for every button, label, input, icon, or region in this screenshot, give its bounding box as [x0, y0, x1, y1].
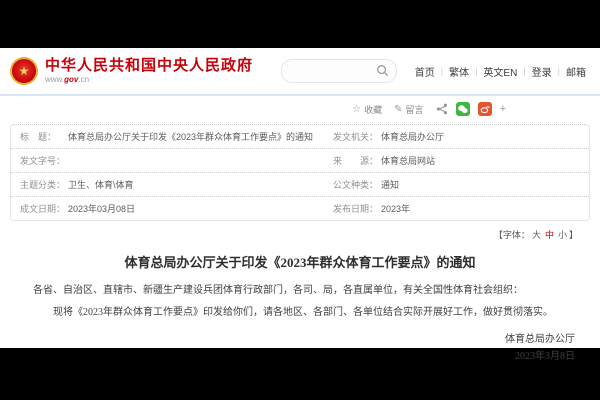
meta-label-category: 主题分类： — [20, 180, 66, 190]
document-title: 体育总局办公厅关于印发《2023年群众体育工作要点》的通知 — [124, 255, 476, 270]
signature-block: 体育总局办公厅 2023年3月8日 — [0, 331, 575, 365]
nav-home[interactable]: 首页 — [415, 64, 435, 79]
nav-mail[interactable]: 邮箱 — [566, 64, 586, 79]
nav-login[interactable]: 登录 — [532, 64, 552, 79]
site-logo[interactable]: ★ 中华人民共和国中央人民政府 www.gov.cn — [10, 57, 253, 85]
wechat-share-icon[interactable] — [455, 102, 470, 116]
signature-date: 2023年3月8日 — [515, 351, 575, 362]
more-share-button[interactable]: + — [500, 103, 506, 115]
share-icon[interactable] — [436, 103, 448, 115]
site-title: 中华人民共和国中央人民政府 — [45, 56, 254, 74]
comment-button[interactable]: ✎ 留言 — [394, 103, 423, 116]
site-url: www.gov.cn — [45, 74, 90, 84]
weibo-share-icon[interactable] — [477, 102, 492, 116]
table-row: 主题分类： 卫生、体育\体育 公文种类： 通知 — [11, 173, 589, 197]
meta-value-category: 卫生、体育\体育 — [68, 180, 134, 190]
favorite-button[interactable]: ☆ 收藏 — [352, 103, 382, 116]
meta-label-doc-type: 公文种类： — [333, 180, 379, 190]
site-header: ★ 中华人民共和国中央人民政府 www.gov.cn 首页 | 繁体 | 英文EN | — [0, 48, 600, 96]
table-row: 发文字号： 来 源： 体育总局网站 — [11, 149, 589, 173]
meta-value-source: 体育总局网站 — [381, 156, 436, 166]
pencil-icon: ✎ — [394, 103, 403, 115]
meta-value-issuing-org: 体育总局办公厅 — [381, 132, 445, 142]
article-paragraph-body: 现将《2023年群众体育工作要点》印发给你们，请各地区、各部门、各单位结合实际开… — [53, 307, 553, 318]
search-box[interactable] — [280, 59, 397, 83]
table-row: 标 题： 体育总局办公厅关于印发《2023年群众体育工作要点》的通知 发文机关：体… — [11, 125, 589, 149]
meta-label-doc-number: 发文字号： — [20, 156, 66, 166]
nav-traditional[interactable]: 繁体 — [449, 64, 469, 79]
meta-label-title: 标 题： — [20, 132, 57, 142]
share-toolbar: ☆ 收藏 ✎ 留言 + — [0, 96, 600, 122]
meta-label-source: 来 源： — [333, 156, 379, 166]
font-size-control: 【字体：大中小】 — [493, 230, 578, 240]
font-size-large-button[interactable]: 大 — [532, 230, 541, 240]
national-emblem-icon: ★ — [10, 57, 38, 85]
gov-cn-page: ★ 中华人民共和国中央人民政府 www.gov.cn 首页 | 繁体 | 英文EN | — [0, 48, 600, 362]
search-icon[interactable] — [376, 64, 389, 77]
meta-label-issuing-org: 发文机关： — [333, 132, 379, 142]
meta-value-publish-date: 2023年 — [381, 204, 411, 214]
search-input[interactable] — [291, 61, 376, 81]
font-size-medium-button[interactable]: 中 — [545, 230, 554, 240]
meta-value-written-date: 2023年03月08日 — [68, 204, 136, 214]
font-size-small-button[interactable]: 小 — [558, 230, 567, 240]
meta-value-doc-type: 通知 — [381, 180, 400, 190]
meta-label-written-date: 成文日期： — [20, 204, 66, 214]
main-nav: 首页 | 繁体 | 英文EN | 登录 | 邮箱 — [415, 64, 586, 79]
nav-english[interactable]: 英文EN — [483, 64, 517, 79]
meta-label-publish-date: 发布日期： — [333, 204, 379, 214]
document-meta-table: 标 题： 体育总局办公厅关于印发《2023年群众体育工作要点》的通知 发文机关：体… — [10, 124, 590, 221]
article-paragraph-salutation: 各省、自治区、直辖市、新疆生产建设兵团体育行政部门，各司、局，各直属单位，有关全… — [33, 285, 523, 296]
meta-value-title: 体育总局办公厅关于印发《2023年群众体育工作要点》的通知 — [68, 132, 314, 142]
screenshot-stage: ★ 中华人民共和国中央人民政府 www.gov.cn 首页 | 繁体 | 英文EN | — [0, 0, 600, 400]
table-row: 成文日期： 2023年03月08日 发布日期： 2023年 — [11, 197, 589, 220]
star-icon: ☆ — [352, 103, 362, 115]
signature-org: 体育总局办公厅 — [505, 334, 575, 345]
